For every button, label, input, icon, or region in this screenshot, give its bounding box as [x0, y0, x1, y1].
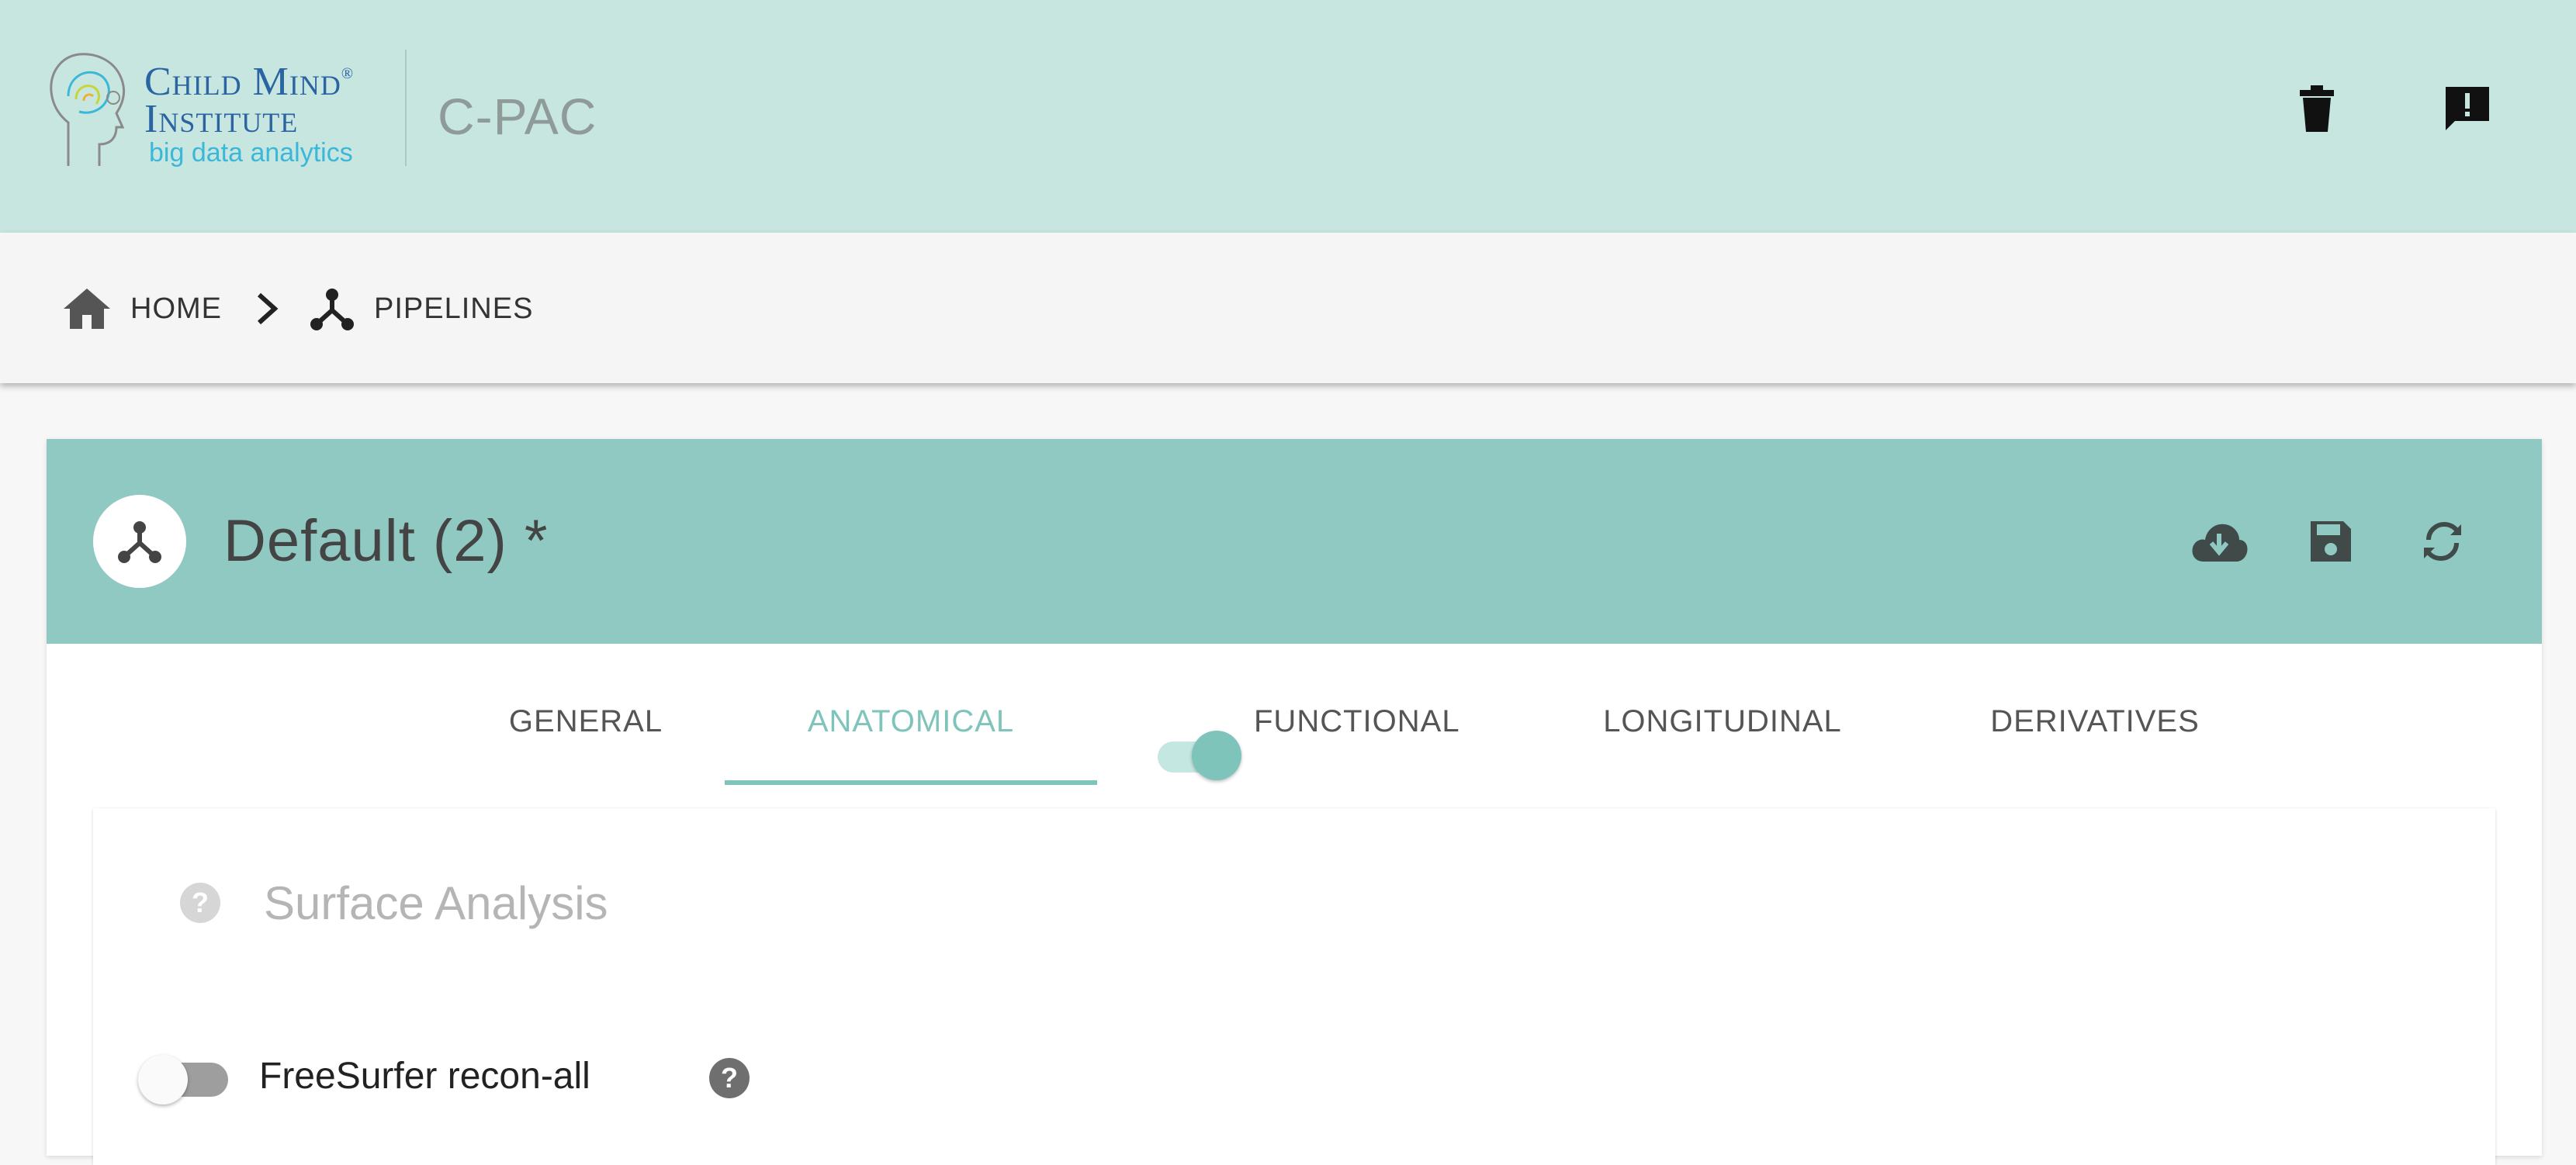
tab-anatomical[interactable]: ANATOMICAL [725, 690, 1097, 752]
app-title: C-PAC [438, 88, 597, 145]
tab-bar: GENERAL ANATOMICAL FUNCTIONAL LONGITUDIN… [47, 644, 2542, 782]
avatar [93, 495, 186, 588]
sync-icon [2424, 521, 2461, 562]
breadcrumb-home-label: HOME [130, 292, 222, 325]
head-profile-icon [50, 53, 126, 166]
header-divider [405, 50, 407, 166]
tab-functional[interactable]: FUNCTIONAL [1254, 690, 1518, 752]
pipeline-title: Default (2) * [223, 508, 549, 574]
surface-analysis-panel: ? Surface Analysis FreeSurfer recon-all … [93, 808, 2495, 1165]
freesurfer-toggle-thumb [138, 1055, 188, 1105]
chevron-right-icon [257, 292, 279, 325]
feedback-button[interactable] [2436, 78, 2498, 140]
delete-button[interactable] [2286, 78, 2348, 140]
active-tab-indicator [725, 780, 1097, 785]
functional-toggle-thumb [1192, 731, 1241, 780]
cloud-download-icon [2192, 524, 2248, 562]
app-header: Child Mind® Institute big data analytics… [0, 0, 2576, 233]
pipeline-icon [310, 289, 354, 330]
tab-derivatives[interactable]: DERIVATIVES [1909, 690, 2281, 752]
pipeline-icon [118, 521, 161, 563]
child-mind-institute-logo[interactable]: Child Mind® Institute big data analytics [45, 47, 386, 171]
breadcrumb-pipelines[interactable]: PIPELINES [309, 285, 533, 332]
logo-text-line2: Institute [144, 97, 299, 141]
functional-toggle[interactable] [1153, 726, 1241, 780]
section-title: Surface Analysis [264, 877, 608, 929]
freesurfer-toggle[interactable] [138, 1050, 231, 1105]
tab-longitudinal[interactable]: LONGITUDINAL [1552, 690, 1893, 752]
pipeline-card: Default (2) * GENERAL ANATOMICAL FUNCTIO… [47, 439, 2542, 1165]
freesurfer-help-icon[interactable]: ? [709, 1058, 750, 1098]
feedback-icon [2446, 87, 2489, 130]
freesurfer-label: FreeSurfer recon-all [259, 1056, 590, 1097]
home-icon [64, 289, 110, 329]
breadcrumb-pipelines-label: PIPELINES [374, 292, 534, 325]
sync-button[interactable] [2408, 507, 2477, 576]
download-button[interactable] [2185, 507, 2253, 576]
save-button[interactable] [2297, 507, 2365, 576]
save-icon [2311, 521, 2351, 562]
tab-general[interactable]: GENERAL [450, 690, 722, 752]
breadcrumb-home[interactable]: HOME [62, 285, 222, 332]
section-help-icon[interactable]: ? [180, 883, 220, 923]
pipeline-card-header: Default (2) * [47, 439, 2542, 644]
breadcrumb: HOME PIPELINES [0, 233, 2576, 383]
logo-tagline: big data analytics [149, 138, 353, 168]
trash-icon [2300, 85, 2334, 132]
